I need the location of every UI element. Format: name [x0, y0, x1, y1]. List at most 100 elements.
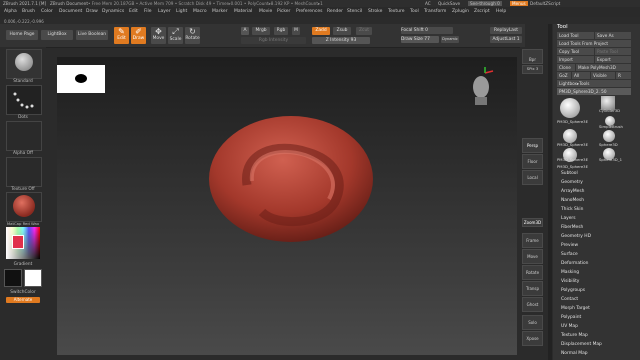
- seethrough-slider[interactable]: See-through 0: [468, 1, 502, 6]
- subpalette-texture-map[interactable]: Texture Map: [561, 333, 588, 338]
- menu-texture[interactable]: Texture: [388, 9, 404, 14]
- subpalette-displacement-map[interactable]: Displacement Map: [561, 342, 602, 347]
- persp-button[interactable]: Persp: [522, 138, 543, 153]
- import-button[interactable]: Import: [557, 56, 594, 63]
- edit-button[interactable]: ✎ Edit: [114, 27, 129, 44]
- menu-alpha[interactable]: Alpha: [4, 9, 17, 14]
- color-picker[interactable]: [6, 227, 40, 259]
- spix-slider[interactable]: SPix 3: [522, 65, 543, 74]
- scale-button[interactable]: ⤢ Scale: [168, 27, 183, 44]
- subpalette-normal-map[interactable]: Normal Map: [561, 351, 588, 356]
- visible-button[interactable]: Visible: [591, 72, 615, 79]
- menu-brush[interactable]: Brush: [22, 9, 35, 14]
- tray-divider[interactable]: [548, 24, 552, 360]
- lightbox-tools-button[interactable]: Lightbox▸Tools: [557, 80, 631, 87]
- replay-last-button[interactable]: ReplayLast: [490, 27, 522, 34]
- transp-button[interactable]: Transp: [522, 281, 543, 296]
- menu-picker[interactable]: Picker: [277, 9, 290, 14]
- sculpt-mesh[interactable]: [207, 107, 377, 247]
- alternate-button[interactable]: Alternate: [6, 297, 40, 303]
- menu-stencil[interactable]: Stencil: [347, 9, 362, 14]
- subpalette-visibility[interactable]: Visibility: [561, 279, 579, 284]
- subpalette-polypaint[interactable]: Polypaint: [561, 315, 581, 320]
- subpalette-uv-map[interactable]: UV Map: [561, 324, 578, 329]
- main-color-swatch[interactable]: [4, 269, 22, 287]
- secondary-color-swatch[interactable]: [24, 269, 42, 287]
- subpalette-surface[interactable]: Surface: [561, 252, 578, 257]
- all-button[interactable]: All: [572, 72, 590, 79]
- load-tools-from-project-button[interactable]: Load Tools From Project: [557, 40, 631, 47]
- brush-thumbnail[interactable]: [6, 49, 42, 79]
- subpalette-subtool[interactable]: Subtool: [561, 171, 578, 176]
- r-button[interactable]: R: [616, 72, 631, 79]
- subpalette-masking[interactable]: Masking: [561, 270, 579, 275]
- alpha-thumbnail[interactable]: [6, 121, 42, 151]
- subpalette-geometry[interactable]: Geometry: [561, 180, 583, 185]
- move-button[interactable]: ✥ Move: [151, 27, 166, 44]
- view-navigation-head[interactable]: [467, 67, 497, 107]
- export-button[interactable]: Export: [595, 56, 631, 63]
- subpalette-morph-target[interactable]: Morph Target: [561, 306, 590, 311]
- pm3d-sphere-thumb[interactable]: [560, 98, 580, 118]
- menu-layer[interactable]: Layer: [158, 9, 171, 14]
- subpalette-layers[interactable]: Layers: [561, 216, 576, 221]
- lightbox-button[interactable]: LightBox: [41, 30, 73, 40]
- mrgb-button[interactable]: Mrgb: [252, 27, 270, 35]
- zcut-button[interactable]: Zcut: [356, 27, 372, 35]
- solo-button[interactable]: Solo: [522, 315, 543, 330]
- menu-marker[interactable]: Marker: [212, 9, 228, 14]
- home-page-button[interactable]: Home Page: [6, 30, 38, 40]
- default-zscript[interactable]: DefaultZScript: [530, 1, 560, 6]
- make-polymesh3d-button[interactable]: Make PolyMesh3D: [576, 64, 631, 71]
- xpose-button[interactable]: Xpose: [522, 331, 543, 346]
- menu-light[interactable]: Light: [176, 9, 187, 14]
- save-as-button[interactable]: Save As: [595, 32, 631, 39]
- m-button[interactable]: M: [292, 27, 300, 35]
- material-thumbnail[interactable]: [6, 192, 42, 222]
- menu-stroke[interactable]: Stroke: [368, 9, 382, 14]
- zoom3d-button[interactable]: Zoom3D: [522, 218, 543, 227]
- menu-preferences[interactable]: Preferences: [296, 9, 322, 14]
- draw-button[interactable]: ✐ Draw: [131, 27, 146, 44]
- clone-button[interactable]: Clone: [557, 64, 575, 71]
- sphere3d-thumb[interactable]: [603, 130, 615, 142]
- rotate-view-button[interactable]: Rotate: [522, 265, 543, 280]
- navigation-thumbnail[interactable]: [57, 65, 105, 93]
- floor-button[interactable]: Floor: [522, 154, 543, 169]
- a-toggle[interactable]: A: [241, 27, 249, 35]
- copy-tool-button[interactable]: Copy Tool: [557, 48, 594, 55]
- menu-macro[interactable]: Macro: [193, 9, 207, 14]
- subpalette-contact[interactable]: Contact: [561, 297, 578, 302]
- menu-file[interactable]: File: [144, 9, 152, 14]
- menu-edit[interactable]: Edit: [129, 9, 138, 14]
- frame-button[interactable]: Frame: [522, 233, 543, 248]
- menu-document[interactable]: Document: [59, 9, 82, 14]
- menu-help[interactable]: Help: [496, 9, 506, 14]
- menu-zscript[interactable]: Zscript: [474, 9, 490, 14]
- menu-render[interactable]: Render: [327, 9, 343, 14]
- stroke-thumbnail[interactable]: [6, 85, 42, 115]
- move-view-button[interactable]: Move: [522, 249, 543, 264]
- subpalette-thick-skin[interactable]: Thick Skin: [561, 207, 583, 212]
- current-tool-slider[interactable]: PM3D_Sphere3D_2. 50: [557, 88, 631, 95]
- goz-button[interactable]: GoZ: [557, 72, 571, 79]
- paste-tool-button[interactable]: Paste Tool: [595, 48, 631, 55]
- subpalette-geometry-hd[interactable]: Geometry HD: [561, 234, 591, 239]
- menu-tool[interactable]: Tool: [410, 9, 419, 14]
- menu-zplugin[interactable]: Zplugin: [452, 9, 469, 14]
- document-canvas[interactable]: [57, 57, 517, 355]
- subpalette-deformation[interactable]: Deformation: [561, 261, 588, 266]
- switchcolor-button[interactable]: SwitchColor: [0, 290, 46, 295]
- dynamic-button[interactable]: Dynamic: [441, 36, 459, 43]
- texture-thumbnail[interactable]: [6, 157, 42, 187]
- subpalette-arraymesh[interactable]: ArrayMesh: [561, 189, 584, 194]
- zsub-button[interactable]: Zsub: [333, 27, 351, 35]
- rotate-button[interactable]: ↻ Rotate: [185, 27, 200, 44]
- load-tool-button[interactable]: Load Tool: [557, 32, 594, 39]
- live-boolean-button[interactable]: Live Boolean: [76, 30, 108, 40]
- quicksave-button[interactable]: QuickSave: [438, 1, 460, 6]
- subpalette-fibermesh[interactable]: FiberMesh: [561, 225, 583, 230]
- pm3d-sphere-thumb-2[interactable]: [563, 129, 577, 143]
- subpalette-polygroups[interactable]: Polygroups: [561, 288, 585, 293]
- menu-material[interactable]: Material: [234, 9, 252, 14]
